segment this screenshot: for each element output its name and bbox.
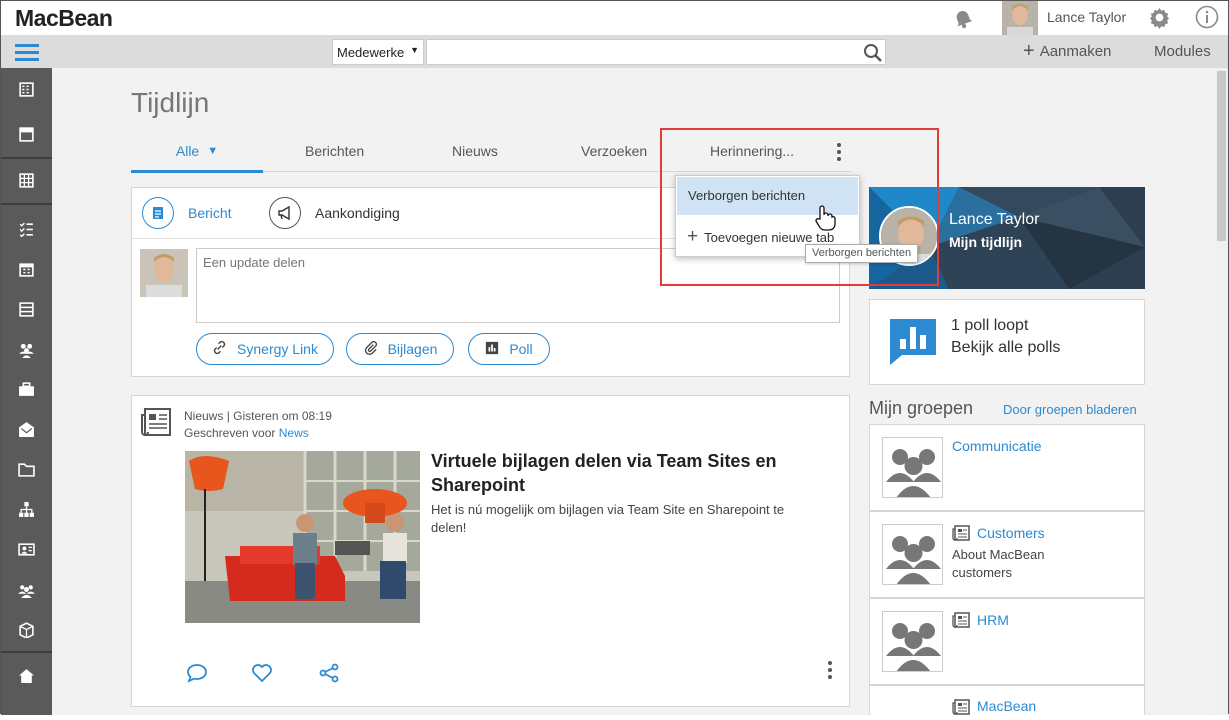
highlight-box [660,128,939,286]
bell-icon[interactable] [951,6,975,30]
share-icon[interactable] [318,663,340,683]
megaphone-icon [269,197,301,229]
sidebar-groups-icon[interactable] [1,570,52,608]
group-name[interactable]: HRM [977,612,1009,628]
caret-down-icon: ▼ [207,145,219,157]
sidebar-people-icon[interactable] [1,330,52,368]
newspaper-small-icon [952,525,970,541]
search-scope-label: Medewerke [337,45,405,60]
sidebar-grid-icon[interactable] [1,161,52,199]
app-logo[interactable]: MacBean [15,5,113,32]
comment-icon[interactable] [186,663,208,683]
poll-chart-icon [485,341,499,358]
post-type-aankondiging-label: Aankondiging [315,205,400,221]
user-avatar[interactable] [1002,1,1038,35]
hamburger-menu-icon[interactable] [15,42,39,62]
create-button[interactable]: + Aanmaken [1023,40,1112,62]
scrollbar-thumb[interactable] [1217,71,1226,241]
sidebar-folder-icon[interactable] [1,450,52,488]
tab-alle[interactable]: Alle ▼ [131,143,263,173]
group-name[interactable]: Customers [977,525,1045,541]
browse-groups-link[interactable]: Door groepen bladeren [1003,402,1137,417]
news-image[interactable] [185,451,420,623]
sidebar-mail-icon[interactable] [1,410,52,448]
chevron-down-icon: ▼ [410,45,419,55]
group-row[interactable]: Customers About MacBean customers [869,511,1145,598]
newspaper-small-icon [952,699,970,715]
group-avatar-icon [882,437,943,498]
news-title[interactable]: Virtuele bijlagen delen via Team Sites e… [431,449,811,497]
news-time: Gisteren om 08:19 [233,409,332,423]
search-input[interactable] [426,39,886,65]
news-type: Nieuws [184,409,224,423]
written-for-link[interactable]: News [279,426,309,440]
poll-bubble-icon [888,317,938,365]
news-written-for: Geschreven voor News [184,426,309,440]
news-more-icon[interactable] [826,660,834,682]
sidebar-box-icon[interactable] [1,610,52,648]
sidebar-list-icon[interactable] [1,290,52,328]
document-icon [142,197,174,229]
sidebar-tasks-icon[interactable] [1,210,52,248]
attachments-label: Bijlagen [387,341,438,357]
sidebar-home-icon[interactable] [1,656,52,694]
sidebar-company-icon[interactable] [1,70,52,108]
group-row[interactable]: HRM [869,598,1145,685]
composer-avatar [140,249,188,297]
search-icon[interactable] [863,43,883,63]
heart-icon[interactable] [251,663,273,683]
group-avatar-icon [882,611,943,672]
tab-nieuws[interactable]: Nieuws [452,143,498,159]
written-for-label: Geschreven voor [184,426,276,440]
groups-heading: Mijn groepen [869,398,974,418]
polls-count: 1 poll loopt [951,317,1029,334]
group-name[interactable]: Communicatie [952,438,1041,454]
tab-berichten[interactable]: Berichten [305,143,364,159]
sidebar-calendar-icon[interactable] [1,250,52,288]
gear-icon[interactable] [1148,6,1171,30]
post-type-bericht[interactable]: Bericht [142,197,232,229]
news-meta: Nieuws | Gisteren om 08:19 [184,409,332,423]
sidebar-briefcase-icon[interactable] [1,370,52,408]
sidebar-dashboard-icon[interactable] [1,115,52,153]
group-avatar-icon [882,524,943,585]
attachments-button[interactable]: Bijlagen [346,333,454,365]
group-row[interactable]: MacBean [869,685,1145,715]
group-name[interactable]: MacBean [977,698,1036,714]
create-label: Aanmaken [1039,42,1112,60]
sidebar [1,68,52,715]
search-scope-select[interactable]: Medewerke ▼ [332,39,424,65]
polls-view-all[interactable]: Bekijk alle polls [951,339,1060,357]
post-type-bericht-label: Bericht [188,205,232,221]
news-body: Het is nú mogelijk om bijlagen via Team … [431,502,785,535]
top-bar [1,1,1228,35]
poll-button[interactable]: Poll [468,333,550,365]
tab-label: Alle [175,143,200,159]
sidebar-contact-card-icon[interactable] [1,530,52,568]
synergy-link-button[interactable]: Synergy Link [196,333,334,365]
group-description: About MacBean customers [952,547,1045,580]
modules-button[interactable]: Modules [1154,43,1211,60]
page-title: Tijdlijn [131,87,210,118]
profile-subtitle[interactable]: Mijn tijdlijn [949,234,1022,250]
poll-label: Poll [509,341,533,357]
paperclip-icon [363,340,378,358]
profile-name: Lance Taylor [949,211,1040,228]
tab-verzoeken[interactable]: Verzoeken [581,143,647,159]
group-row[interactable]: Communicatie [869,424,1145,511]
info-icon[interactable] [1195,5,1219,29]
plus-icon: + [1023,40,1035,62]
newspaper-icon [140,407,172,437]
post-type-aankondiging[interactable]: Aankondiging [269,197,400,229]
synergy-link-label: Synergy Link [237,341,318,357]
sidebar-org-chart-icon[interactable] [1,490,52,528]
link-icon [212,340,227,358]
user-name[interactable]: Lance Taylor [1047,9,1126,25]
newspaper-small-icon [952,612,970,628]
